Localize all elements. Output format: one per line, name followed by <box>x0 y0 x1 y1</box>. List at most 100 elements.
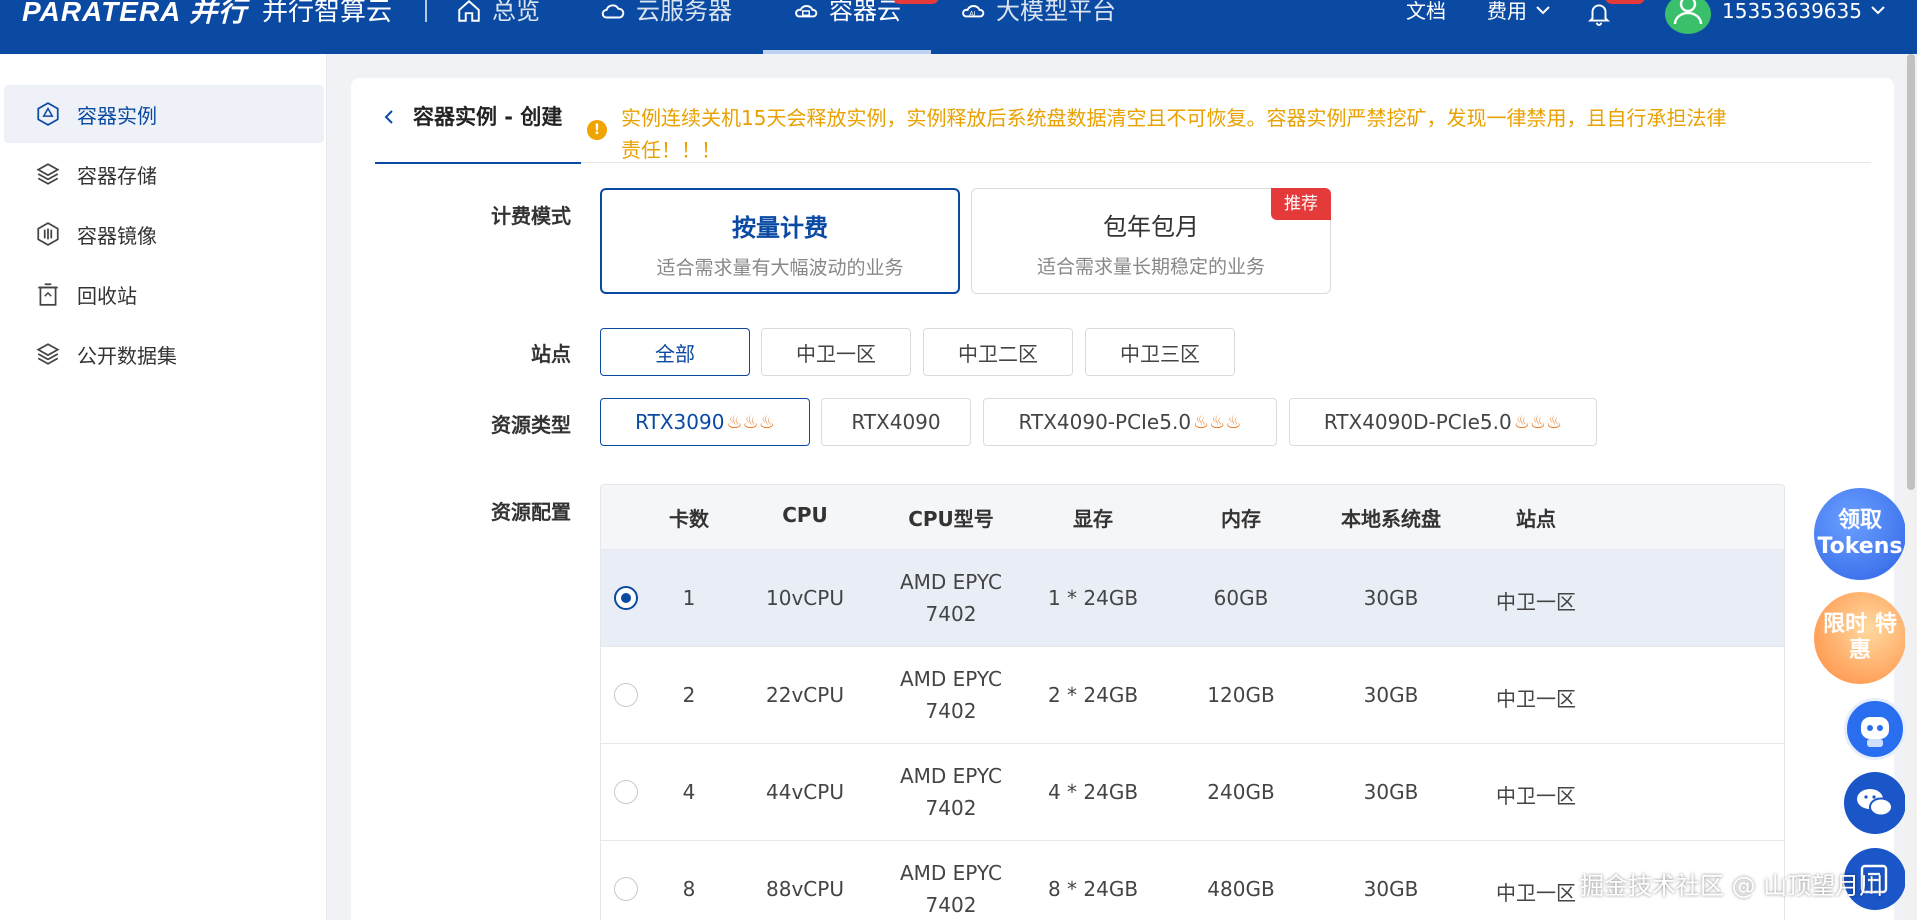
billing-option-desc: 适合需求量长期稳定的业务 <box>1036 256 1265 278</box>
chevron-down-icon <box>1871 6 1885 15</box>
cpu-model-line2: 7402 <box>925 699 977 723</box>
resource-option-rtx4090d-pcie5[interactable]: RTX4090D-PCIe5.0 ♨♨♨ <box>1289 398 1597 446</box>
fees-menu[interactable]: 费用 <box>1487 0 1553 22</box>
cell-cpu-model: AMD EPYC 7402 <box>871 760 1031 824</box>
docs-label: 文档 <box>1406 0 1446 23</box>
sidebar-item-container-image[interactable]: 容器镜像 <box>0 205 325 263</box>
cell-site: 中卫一区 <box>1496 590 1576 614</box>
sidebar-item-label: 回收站 <box>77 283 137 308</box>
row-radio[interactable] <box>614 877 638 901</box>
site-option-zw3[interactable]: 中卫三区 <box>1085 328 1235 376</box>
sidebar: 容器实例 容器存储 容器镜像 回收站 公开数据集 <box>0 54 327 920</box>
nav-cloud-server-label: 云服务器 <box>636 0 732 25</box>
resource-option-rtx4090[interactable]: RTX4090 <box>821 398 971 446</box>
sidebar-item-recycle-bin[interactable]: 回收站 <box>0 265 325 323</box>
resource-type-label: 资源类型 <box>491 413 571 437</box>
cell-memory: 120GB <box>1207 683 1275 707</box>
billing-option-subscription[interactable]: 包年包月 适合需求量长期稳定的业务 推荐 <box>971 188 1331 294</box>
robot-icon <box>1861 717 1889 747</box>
cloud-icon <box>601 4 625 19</box>
column-header: 本地系统盘 <box>1341 507 1441 531</box>
cell-vram: 8 * 24GB <box>1047 877 1139 901</box>
cell-cards: 2 <box>682 683 696 707</box>
cell-vram: 2 * 24GB <box>1047 683 1139 707</box>
row-radio[interactable] <box>614 780 638 804</box>
cpu-model-line2: 7402 <box>925 893 977 917</box>
cpu-model-line1: AMD EPYC <box>899 570 1003 594</box>
nav-divider <box>425 0 427 22</box>
nav-overview-label: 总览 <box>492 0 540 25</box>
cell-cpu-model: AMD EPYC 7402 <box>871 857 1031 920</box>
nav-llm-platform-label: 大模型平台 <box>996 0 1116 25</box>
cell-vram: 1 * 24GB <box>1047 586 1139 610</box>
billing-option-pay-as-you-go[interactable]: 按量计费 适合需求量有大幅波动的业务 <box>600 188 960 294</box>
cell-cpu-model: AMD EPYC 7402 <box>871 663 1031 727</box>
row-radio[interactable] <box>614 586 638 610</box>
resource-config-table: 卡数 CPU CPU型号 显存 内存 本地系统盘 站点 1 10vCPU AMD… <box>600 484 1785 920</box>
sidebar-item-container-storage[interactable]: 容器存储 <box>0 145 325 203</box>
assistant-robot-button[interactable] <box>1844 698 1906 760</box>
image-icon <box>37 222 59 246</box>
row-radio[interactable] <box>614 683 638 707</box>
ai-cloud-icon: AI <box>962 5 985 18</box>
cell-vram: 4 * 24GB <box>1047 780 1139 804</box>
back-icon[interactable] <box>381 102 397 132</box>
notifications-button[interactable] <box>1585 0 1645 26</box>
page-title: 容器实例 - 创建 <box>413 105 563 129</box>
user-icon <box>1673 0 1703 25</box>
sidebar-item-public-dataset[interactable]: 公开数据集 <box>0 325 325 383</box>
sidebar-item-container-instance[interactable]: 容器实例 <box>4 85 324 143</box>
nav-cloud-server[interactable]: 云服务器 <box>600 0 732 54</box>
site-option-zw2[interactable]: 中卫二区 <box>923 328 1073 376</box>
scrollbar-thumb[interactable] <box>1907 54 1915 490</box>
site-option-zw1[interactable]: 中卫一区 <box>761 328 911 376</box>
avatar[interactable] <box>1665 0 1711 34</box>
cell-site: 中卫一区 <box>1496 687 1576 711</box>
resource-option-label: RTX4090D-PCIe5.0 <box>1323 410 1512 434</box>
resource-config-label: 资源配置 <box>491 500 571 524</box>
nav-container-cloud-label: 容器云 <box>829 0 901 25</box>
column-header: CPU型号 <box>908 507 994 531</box>
chevron-down-icon <box>1536 6 1550 15</box>
bell-icon <box>1587 4 1611 26</box>
cpu-model-line1: AMD EPYC <box>899 861 1003 885</box>
promo-button[interactable]: 限时 特惠 <box>1814 592 1906 684</box>
cell-cpu: 44vCPU <box>766 780 844 804</box>
resource-option-label: RTX4090-PCIe5.0 <box>1018 410 1192 434</box>
nav-container-cloud[interactable]: 容器云 <box>763 0 939 54</box>
nav-overview[interactable]: 总览 <box>456 0 540 54</box>
column-header: 内存 <box>1221 507 1261 531</box>
cell-memory: 480GB <box>1207 877 1275 901</box>
table-row[interactable]: 4 44vCPU AMD EPYC 7402 4 * 24GB 240GB 30… <box>601 743 1784 840</box>
cell-site: 中卫一区 <box>1496 784 1576 808</box>
get-tokens-button[interactable]: 领取 Tokens <box>1814 488 1906 580</box>
resource-option-rtx4090-pcie5[interactable]: RTX4090-PCIe5.0 ♨♨♨ <box>983 398 1277 446</box>
wechat-button[interactable] <box>1844 772 1906 834</box>
breadcrumb: 容器实例 - 创建 <box>375 102 581 164</box>
site-option-all[interactable]: 全部 <box>600 328 750 376</box>
new-badge <box>893 0 939 4</box>
notification-badge <box>1605 0 1645 4</box>
resource-option-rtx3090[interactable]: RTX3090 ♨♨♨ <box>600 398 810 446</box>
instance-icon <box>37 102 59 126</box>
sidebar-item-label: 容器实例 <box>77 103 157 128</box>
nav-llm-platform[interactable]: AI 大模型平台 <box>960 0 1116 54</box>
table-row[interactable]: 1 10vCPU AMD EPYC 7402 1 * 24GB 60GB 30G… <box>601 549 1784 646</box>
docs-link[interactable]: 文档 <box>1406 0 1446 22</box>
storage-icon <box>36 163 60 185</box>
fees-label: 费用 <box>1487 0 1527 23</box>
cell-disk: 30GB <box>1363 683 1419 707</box>
resource-option-label: RTX3090 <box>635 410 725 434</box>
page-scrollbar[interactable] <box>1905 54 1917 920</box>
table-row[interactable]: 2 22vCPU AMD EPYC 7402 2 * 24GB 120GB 30… <box>601 646 1784 743</box>
cell-cpu: 88vCPU <box>766 877 844 901</box>
cell-memory: 60GB <box>1213 586 1269 610</box>
user-menu[interactable]: 15353639635 <box>1722 0 1888 22</box>
column-header: 显存 <box>1073 507 1113 531</box>
billing-label: 计费模式 <box>491 204 571 228</box>
cell-cards: 1 <box>682 586 696 610</box>
site-label: 站点 <box>531 342 571 366</box>
container-icon <box>795 5 818 18</box>
top-nav-bar: PARATERA 并行 并行智算云 总览 云服务器 容器云 AI 大模型平台 文… <box>0 0 1917 54</box>
logo[interactable]: PARATERA 并行 <box>22 0 247 26</box>
